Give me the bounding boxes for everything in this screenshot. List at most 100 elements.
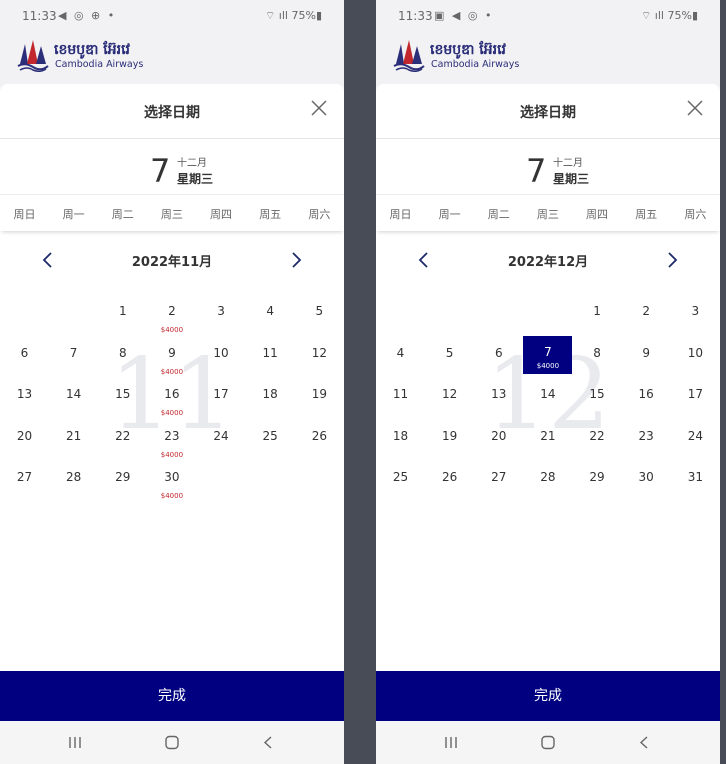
calendar-day[interactable]: 12 <box>295 345 344 383</box>
calendar-day[interactable]: 20 <box>474 428 523 466</box>
weekday-label: 周四 <box>210 208 233 221</box>
day-number: 15 <box>115 387 131 402</box>
calendar-day[interactable]: 29 <box>98 469 147 507</box>
calendar-day[interactable]: 11 <box>246 345 295 383</box>
calendar-day[interactable]: 19 <box>295 386 344 424</box>
calendar-day[interactable]: 2 $4000 <box>147 303 196 341</box>
calendar-day[interactable]: 24 <box>197 428 246 466</box>
day-number: 15 <box>589 387 605 402</box>
calendar-day[interactable]: 1 <box>573 303 622 341</box>
chevron-right-icon[interactable] <box>664 250 680 270</box>
calendar-day[interactable]: 9 <box>622 345 671 383</box>
calendar-day[interactable]: 31 <box>671 469 720 507</box>
recents-icon[interactable] <box>66 735 84 750</box>
airline-logo-icon <box>393 40 425 72</box>
close-icon[interactable] <box>309 98 329 118</box>
calendar-day[interactable]: 9 $4000 <box>147 345 196 383</box>
calendar-day[interactable]: 3 <box>671 303 720 341</box>
back-icon[interactable] <box>638 735 650 750</box>
calendar-day[interactable]: 2 <box>622 303 671 341</box>
calendar-day[interactable]: 6 <box>474 345 523 383</box>
done-button[interactable]: 完成 <box>0 671 344 721</box>
calendar-day[interactable]: 27 <box>0 469 49 507</box>
calendar-day[interactable]: 14 <box>49 386 98 424</box>
divider <box>376 138 720 139</box>
calendar-day[interactable]: 13 <box>474 386 523 424</box>
calendar-day[interactable]: 10 <box>671 345 720 383</box>
calendar-day[interactable]: 10 <box>197 345 246 383</box>
calendar-day[interactable]: 15 <box>573 386 622 424</box>
calendar-day[interactable]: 23 $4000 <box>147 428 196 466</box>
calendar-day[interactable]: 4 <box>376 345 425 383</box>
calendar-day[interactable]: 28 <box>49 469 98 507</box>
day-number: 10 <box>213 345 229 360</box>
home-icon[interactable] <box>164 735 180 750</box>
weekday-label: 周一 <box>62 208 85 221</box>
day-number: 28 <box>65 470 82 485</box>
calendar-day[interactable]: 21 <box>523 428 572 466</box>
day-number: 6 <box>20 345 29 360</box>
calendar-day[interactable]: 12 <box>425 386 474 424</box>
calendar-day[interactable]: 26 <box>295 428 344 466</box>
day-number: 19 <box>311 387 327 402</box>
calendar-day[interactable]: 6 <box>0 345 49 383</box>
calendar-day[interactable]: 18 <box>376 428 425 466</box>
day-number: 26 <box>441 470 458 485</box>
calendar-day[interactable]: 3 <box>197 303 246 341</box>
calendar-day[interactable]: 7 <box>49 345 98 383</box>
home-icon[interactable] <box>540 735 556 750</box>
calendar-day[interactable]: 24 <box>671 428 720 466</box>
calendar-day[interactable]: 29 <box>573 469 622 507</box>
divider <box>0 138 344 139</box>
calendar-day[interactable]: 5 <box>295 303 344 341</box>
day-number: 11 <box>262 345 278 360</box>
calendar-day[interactable]: 30 $4000 <box>147 469 196 507</box>
calendar-day[interactable]: 30 <box>622 469 671 507</box>
calendar-day[interactable]: 22 <box>98 428 147 466</box>
calendar-day[interactable]: 16 <box>622 386 671 424</box>
calendar-day-selected[interactable]: 7 $4000 <box>523 335 573 374</box>
calendar-day[interactable]: 25 <box>376 469 425 507</box>
calendar-day[interactable]: 4 <box>246 303 295 341</box>
calendar-day[interactable]: 25 <box>246 428 295 466</box>
calendar-day[interactable]: 20 <box>0 428 49 466</box>
back-icon[interactable] <box>262 735 274 750</box>
calendar-day[interactable]: 14 <box>523 386 572 424</box>
calendar-day[interactable]: 17 <box>197 386 246 424</box>
chevron-right-icon[interactable] <box>288 250 304 270</box>
calendar-day[interactable]: 21 <box>49 428 98 466</box>
calendar-day[interactable]: 19 <box>425 428 474 466</box>
weekday-label: 周五 <box>259 208 282 221</box>
done-button[interactable]: 完成 <box>376 671 720 721</box>
wifi-signal-icon: ⌔ ıll <box>264 9 292 22</box>
calendar-day[interactable]: 1 <box>98 303 147 341</box>
calendar-day[interactable]: 22 <box>573 428 622 466</box>
calendar-day[interactable]: 5 <box>425 345 474 383</box>
calendar-day[interactable]: 28 <box>523 469 572 507</box>
calendar-day[interactable]: 18 <box>246 386 295 424</box>
calendar-day[interactable]: 11 <box>376 386 425 424</box>
calendar-day[interactable]: 8 <box>98 345 147 383</box>
day-number: 30 <box>164 470 180 485</box>
weekday-label: 周一 <box>438 208 461 221</box>
day-number: 22 <box>115 428 131 443</box>
weekday-label: 周二 <box>487 208 510 221</box>
day-number: 25 <box>262 428 278 443</box>
calendar-day[interactable]: 23 <box>622 428 671 466</box>
calendar-day[interactable]: 16 $4000 <box>147 386 196 424</box>
calendar-day[interactable]: 13 <box>0 386 49 424</box>
day-number: 18 <box>262 387 278 402</box>
day-number: 3 <box>691 304 700 318</box>
calendar-day[interactable]: 26 <box>425 469 474 507</box>
day-number: 4 <box>396 345 405 360</box>
day-number: 17 <box>687 387 703 402</box>
day-price: $4000 <box>160 450 184 459</box>
calendar-day[interactable]: 17 <box>671 386 720 424</box>
calendar-day[interactable]: 8 <box>573 345 622 383</box>
close-icon[interactable] <box>685 98 705 118</box>
day-number: 19 <box>441 428 458 443</box>
calendar-day[interactable]: 27 <box>474 469 523 507</box>
weekday-label: 周三 <box>536 208 559 221</box>
calendar-day[interactable]: 15 <box>98 386 147 424</box>
recents-icon[interactable] <box>442 735 460 750</box>
